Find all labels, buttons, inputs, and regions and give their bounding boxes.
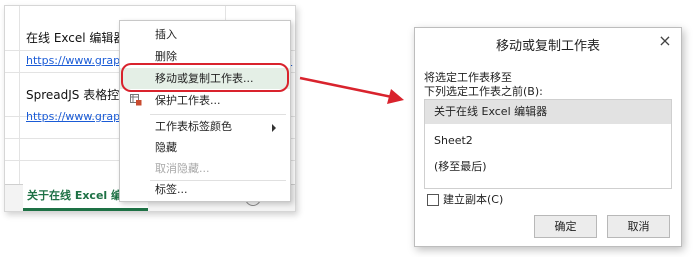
menu-item-hide[interactable]: 隐藏 [120, 137, 290, 158]
menu-item-tab-color[interactable]: 工作表标签颜色 [120, 116, 290, 137]
menu-item-label: 工作表标签颜色 [155, 120, 232, 133]
submenu-arrow-icon [272, 124, 276, 132]
dialog-title: 移动或复制工作表 [495, 39, 600, 54]
ok-button[interactable]: 确定 [534, 215, 597, 238]
list-item[interactable]: (移至最后) [425, 155, 671, 179]
col-gridline [19, 6, 20, 185]
list-item[interactable]: Sheet2 [425, 129, 671, 153]
create-copy-checkbox[interactable] [427, 194, 439, 206]
lock-sheet-icon [130, 94, 142, 106]
before-sheet-label: 下列选定工作表之前(B): [424, 85, 543, 98]
menu-item-tag[interactable]: 标签... [120, 179, 290, 200]
red-arrow-icon [299, 76, 404, 104]
menu-item-label: 插入 [155, 28, 177, 41]
cancel-button[interactable]: 取消 [607, 215, 670, 238]
sheet-list[interactable]: 关于在线 Excel 编辑器 Sheet2 (移至最后) [424, 99, 672, 189]
menu-separator [150, 114, 286, 115]
sheet-tab-context-menu: 插入 删除 移动或复制工作表... 保护工作表... 工作表标签颜色 隐藏 取消… [119, 20, 291, 202]
menu-item-unhide: 取消隐藏... [120, 158, 290, 179]
create-copy-label: 建立副本(C) [443, 193, 504, 206]
menu-item-label: 取消隐藏... [155, 162, 210, 175]
highlight-outline [121, 63, 289, 92]
menu-item-insert[interactable]: 插入 [120, 24, 290, 45]
close-icon[interactable]: × [657, 33, 673, 49]
menu-item-protect-sheet[interactable]: 保护工作表... [120, 90, 290, 111]
move-copy-dialog: 移动或复制工作表 × 将选定工作表移至 下列选定工作表之前(B): 关于在线 E… [414, 27, 682, 247]
menu-item-label: 保护工作表... [155, 94, 221, 107]
menu-item-label: 标签... [155, 183, 188, 196]
list-item[interactable]: 关于在线 Excel 编辑器 [425, 100, 671, 124]
menu-item-label: 隐藏 [155, 141, 177, 154]
cell-a3[interactable]: SpreadJS 表格控件 [26, 86, 131, 103]
